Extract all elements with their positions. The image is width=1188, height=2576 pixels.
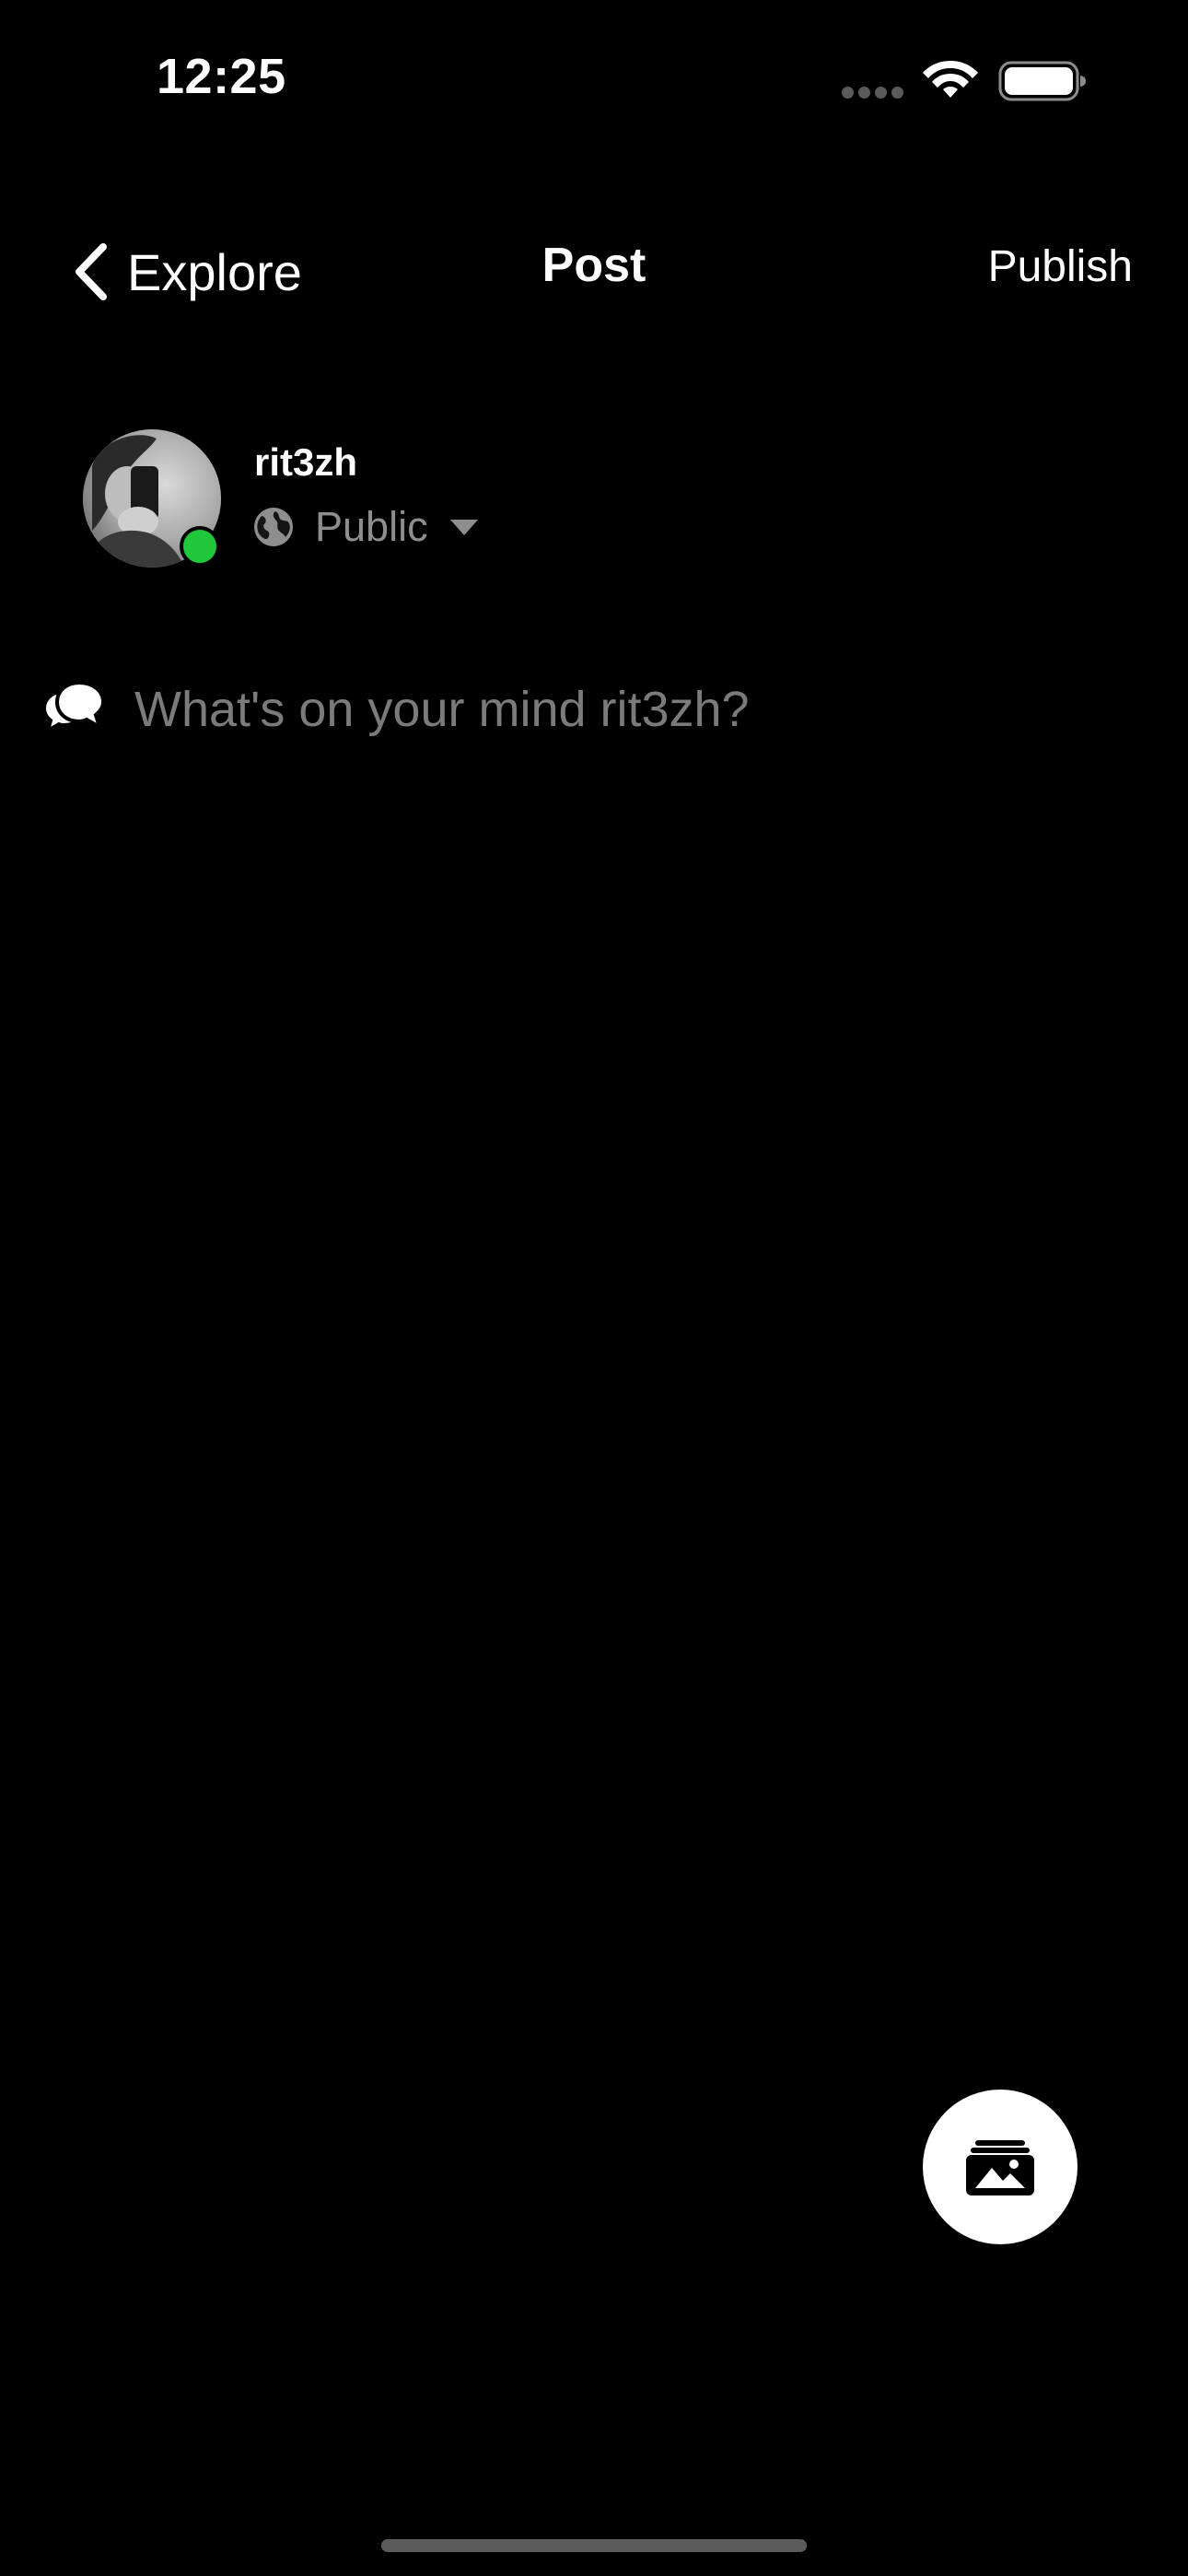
publish-button[interactable]: Publish — [988, 241, 1133, 292]
caret-down-icon — [449, 520, 478, 535]
post-text-input[interactable] — [134, 681, 1147, 738]
home-indicator[interactable] — [381, 2539, 807, 2552]
audience-selector[interactable]: Public — [252, 503, 478, 551]
battery-icon — [998, 61, 1086, 101]
photo-album-icon — [966, 2140, 1034, 2195]
speech-bubbles-icon — [42, 680, 106, 735]
back-button[interactable]: Explore — [72, 235, 302, 309]
post-composer — [42, 673, 1147, 746]
back-button-label: Explore — [127, 242, 302, 301]
status-bar: 12:25 — [0, 0, 1188, 157]
status-time: 12:25 — [157, 49, 286, 104]
cellular-signal-icon — [842, 87, 904, 100]
audience-label: Public — [315, 503, 428, 550]
globe-icon — [254, 508, 293, 546]
add-media-button[interactable] — [923, 2090, 1077, 2244]
username: rit3zh — [254, 440, 358, 484]
wifi-icon — [923, 61, 978, 98]
chevron-left-icon — [76, 243, 107, 300]
page-title: Post — [542, 239, 646, 292]
online-status-indicator — [180, 526, 220, 567]
